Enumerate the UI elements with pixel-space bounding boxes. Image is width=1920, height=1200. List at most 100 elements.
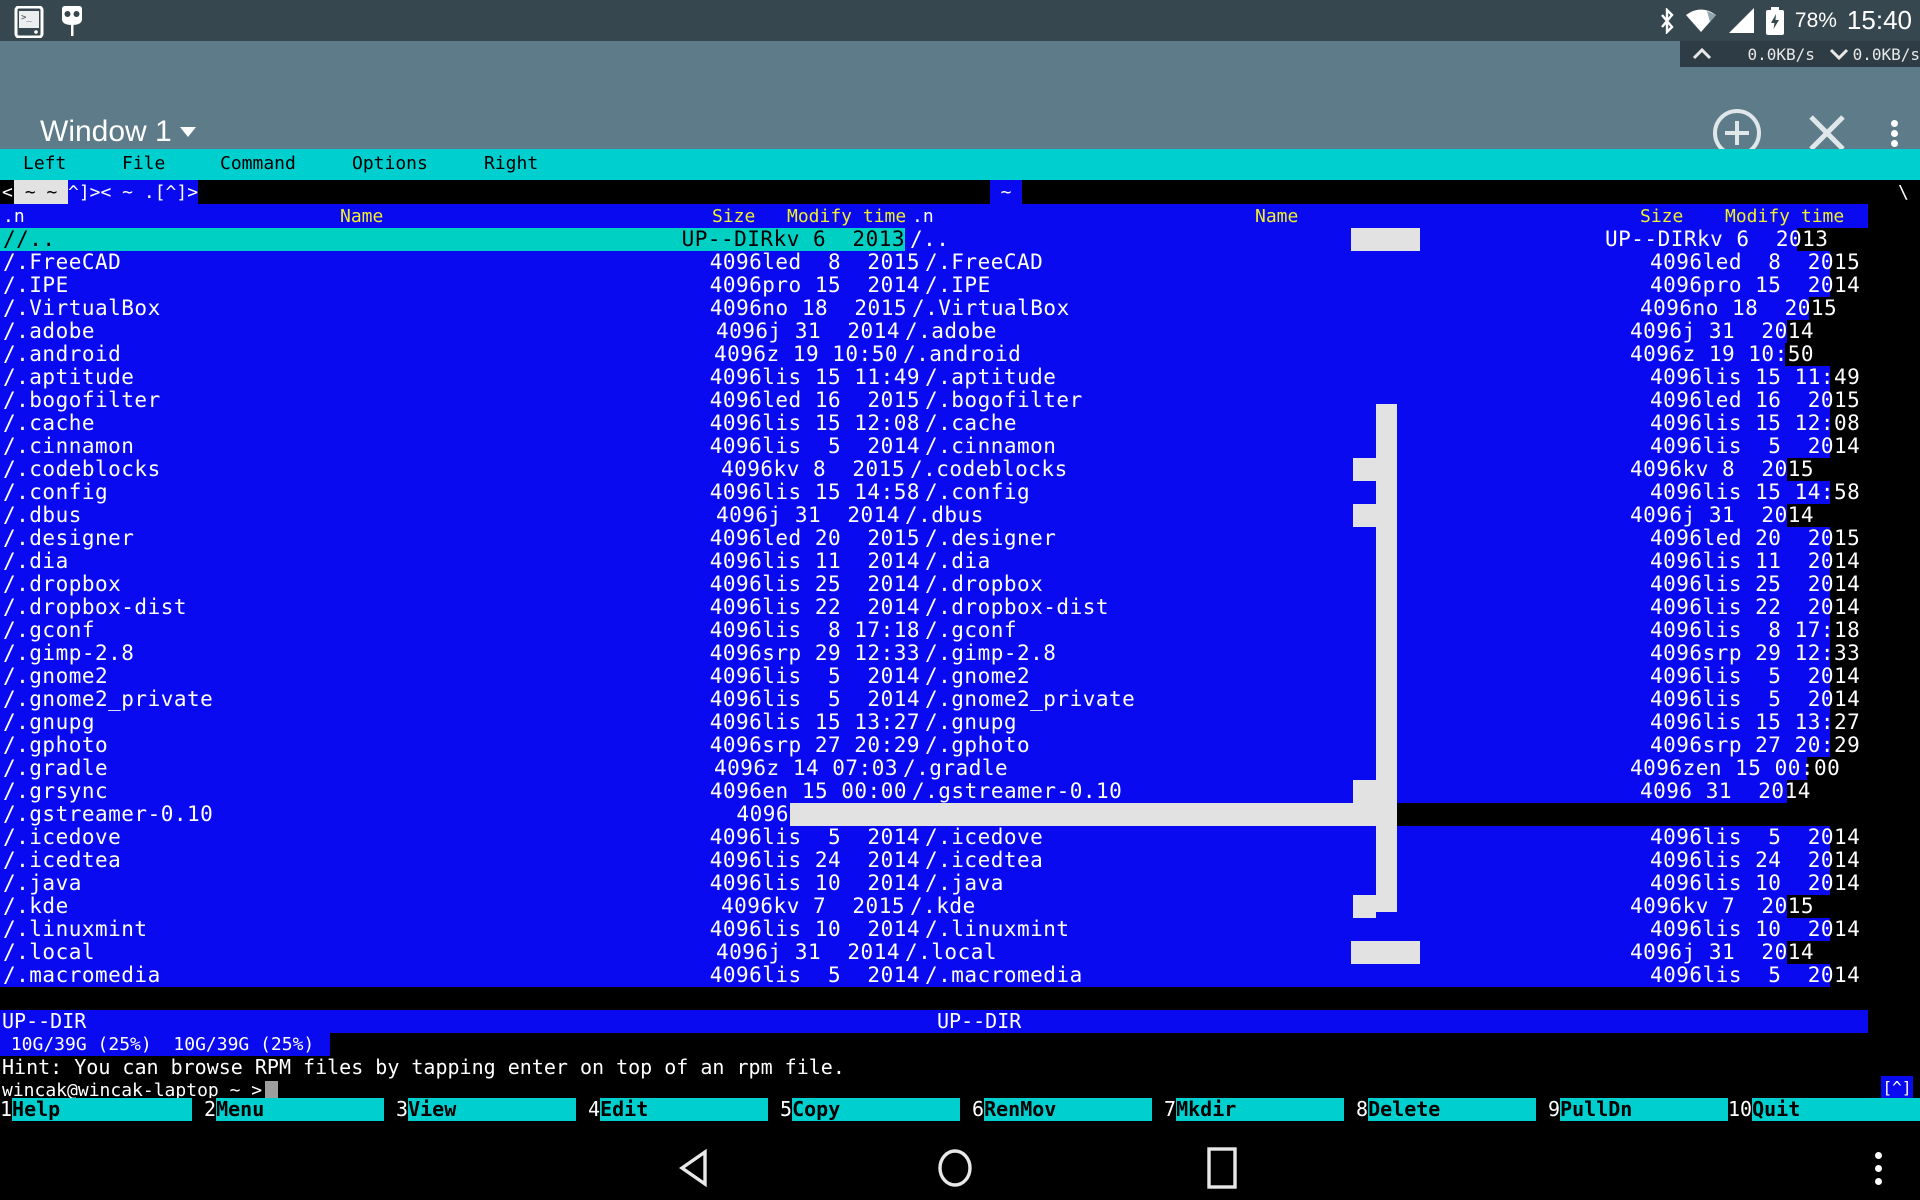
- file-row[interactable]: /.config4096lis 15 14:58/.config4096lis …: [0, 481, 1920, 504]
- file-info-left: 4096en 15 00:00: [0, 780, 907, 803]
- file-info-right: 4096no 18 2015: [1640, 297, 1837, 320]
- window-title: Window 1: [40, 115, 172, 149]
- window-title-bar: Window 1: [0, 41, 1920, 149]
- file-info-right: 4096zen 15 00:00: [1630, 757, 1840, 780]
- right-name-header[interactable]: Name: [1255, 206, 1298, 227]
- fkey-number: 5: [768, 1098, 792, 1121]
- bluetooth-icon: [1659, 8, 1675, 34]
- right-mtime-header[interactable]: Modify time: [1725, 206, 1844, 227]
- file-row[interactable]: /.macromedia4096lis 5 2014/.macromedia40…: [0, 964, 1920, 987]
- left-size-header[interactable]: Size: [712, 206, 755, 227]
- file-info-left: 4096lis 10 2014: [0, 872, 920, 895]
- file-info-right: 4096lis 15 11:49: [1650, 366, 1860, 389]
- file-name-right: /.codeblocks: [910, 458, 1068, 481]
- home-button[interactable]: [933, 1136, 977, 1200]
- inactive-panel-path[interactable]: ~: [990, 180, 1022, 204]
- file-row[interactable]: /.dia4096lis 11 2014/.dia4096lis 11 2014: [0, 550, 1920, 573]
- mc-menu-bar: Left File Command Options Right: [0, 149, 1920, 180]
- left-name-header[interactable]: Name: [340, 206, 383, 227]
- fkey-pulldn[interactable]: 9PullDn: [1536, 1098, 1728, 1121]
- file-row[interactable]: /.gradle4096z 14 07:03/.gradle4096zen 15…: [0, 757, 1920, 780]
- svg-text:>_: >_: [21, 13, 32, 23]
- fkey-renmov[interactable]: 6RenMov: [960, 1098, 1152, 1121]
- file-info-right: 4096lis 22 2014: [1650, 596, 1860, 619]
- active-panel-path[interactable]: ~ ~: [14, 180, 68, 204]
- fkey-copy[interactable]: 5Copy: [768, 1098, 960, 1121]
- file-row[interactable]: /.cinnamon4096lis 5 2014/.cinnamon4096li…: [0, 435, 1920, 458]
- file-row[interactable]: /.gconf4096lis 8 17:18/.gconf4096lis 8 1…: [0, 619, 1920, 642]
- file-info-left: 4096lis 8 17:18: [0, 619, 920, 642]
- nav-overflow-button[interactable]: [1860, 1136, 1896, 1200]
- file-row[interactable]: /.gnome24096lis 5 2014/.gnome24096lis 5 …: [0, 665, 1920, 688]
- file-row[interactable]: /.icedtea4096lis 24 2014/.icedtea4096lis…: [0, 849, 1920, 872]
- file-row[interactable]: /.aptitude4096lis 15 11:49/.aptitude4096…: [0, 366, 1920, 389]
- file-info-left: 4096lis 15 11:49: [0, 366, 920, 389]
- file-row[interactable]: /.cache4096lis 15 12:08/.cache4096lis 15…: [0, 412, 1920, 435]
- file-row[interactable]: /.android4096z 19 10:50/.android4096z 19…: [0, 343, 1920, 366]
- fkey-number: 6: [960, 1098, 984, 1121]
- recents-button[interactable]: [1200, 1136, 1244, 1200]
- fkey-number: 4: [576, 1098, 600, 1121]
- window-selector[interactable]: Window 1: [40, 115, 196, 149]
- file-row[interactable]: /.gnome2_private4096lis 5 2014/.gnome2_p…: [0, 688, 1920, 711]
- menu-item-file[interactable]: File: [122, 153, 165, 174]
- fkey-quit[interactable]: 10Quit: [1728, 1098, 1920, 1121]
- fkey-label: Edit: [600, 1098, 768, 1121]
- file-row[interactable]: /.bogofilter4096led 16 2015/.bogofilter4…: [0, 389, 1920, 412]
- file-row[interactable]: /.linuxmint4096lis 10 2014/.linuxmint409…: [0, 918, 1920, 941]
- file-row[interactable]: /.dropbox-dist4096lis 22 2014/.dropbox-d…: [0, 596, 1920, 619]
- left-sort-indicator[interactable]: .n: [3, 206, 25, 227]
- file-info-left: 4096lis 5 2014: [0, 435, 920, 458]
- fkey-help[interactable]: 1Help: [0, 1098, 192, 1121]
- file-info-right: 4096srp 27 20:29: [1650, 734, 1860, 757]
- file-row[interactable]: /.dropbox4096lis 25 2014/.dropbox4096lis…: [0, 573, 1920, 596]
- file-row[interactable]: //..UP--DIRkv 6 2013/..UP--DIRkv 6 2013: [0, 228, 1920, 251]
- fkey-menu[interactable]: 2Menu: [192, 1098, 384, 1121]
- file-row[interactable]: /.gnupg4096lis 15 13:27/.gnupg4096lis 15…: [0, 711, 1920, 734]
- file-row[interactable]: /.adobe4096j 31 2014/.adobe4096j 31 2014: [0, 320, 1920, 343]
- file-row[interactable]: /.java4096lis 10 2014/.java4096lis 10 20…: [0, 872, 1920, 895]
- fkey-delete[interactable]: 8Delete: [1344, 1098, 1536, 1121]
- file-info-right: 4096lis 8 17:18: [1650, 619, 1860, 642]
- left-mtime-header[interactable]: Modify time: [787, 206, 906, 227]
- right-sort-indicator[interactable]: .n: [912, 206, 934, 227]
- path-lead: <: [2, 180, 13, 204]
- right-size-header[interactable]: Size: [1640, 206, 1683, 227]
- clock: 15:40: [1847, 5, 1912, 36]
- file-row[interactable]: /.VirtualBox4096no 18 2015/.VirtualBox40…: [0, 297, 1920, 320]
- download-chevron-icon: [1829, 48, 1849, 60]
- file-row[interactable]: /.icedove4096lis 5 2014/.icedove4096lis …: [0, 826, 1920, 849]
- file-info-right: UP--DIRkv 6 2013: [1605, 228, 1828, 251]
- file-info-left: 4096pro 15 2014: [0, 274, 920, 297]
- file-info-left: 4096z 14 07:03: [0, 757, 898, 780]
- menu-item-left[interactable]: Left: [23, 153, 66, 174]
- file-row[interactable]: /.IPE4096pro 15 2014/.IPE4096pro 15 2014: [0, 274, 1920, 297]
- selection-highlight: [1351, 228, 1420, 251]
- extra-keys-indicator[interactable]: [^]: [1881, 1076, 1913, 1099]
- file-info-left: 4096lis 5 2014: [0, 665, 920, 688]
- menu-item-command[interactable]: Command: [220, 153, 296, 174]
- fkey-view[interactable]: 3View: [384, 1098, 576, 1121]
- file-row[interactable]: /.kde4096kv 7 2015/.kde4096kv 7 2015: [0, 895, 1920, 918]
- fkey-mkdir[interactable]: 7Mkdir: [1152, 1098, 1344, 1121]
- file-row[interactable]: /.codeblocks4096kv 8 2015/.codeblocks409…: [0, 458, 1920, 481]
- fkey-number: 3: [384, 1098, 408, 1121]
- file-name-right: /.cinnamon: [925, 435, 1056, 458]
- file-row[interactable]: /.designer4096led 20 2015/.designer4096l…: [0, 527, 1920, 550]
- file-info-left: 4096j 31 2014: [0, 320, 900, 343]
- file-row[interactable]: /.grsync4096en 15 00:00/.gstreamer-0.104…: [0, 780, 1920, 803]
- menu-item-right[interactable]: Right: [484, 153, 538, 174]
- overflow-menu-button[interactable]: [1891, 117, 1898, 150]
- file-row[interactable]: /.dbus4096j 31 2014/.dbus4096j 31 2014: [0, 504, 1920, 527]
- file-row[interactable]: /.gimp-2.84096srp 29 12:33/.gimp-2.84096…: [0, 642, 1920, 665]
- path-tabs[interactable]: ^]>< ~ .[^]>: [68, 180, 198, 204]
- back-button[interactable]: [672, 1136, 716, 1200]
- file-row[interactable]: /.FreeCAD4096led 8 2015/.FreeCAD4096led …: [0, 251, 1920, 274]
- file-info-right: 4096lis 15 13:27: [1650, 711, 1860, 734]
- file-info-right: 4096lis 10 2014: [1650, 918, 1860, 941]
- menu-item-options[interactable]: Options: [352, 153, 428, 174]
- fkey-number: 8: [1344, 1098, 1368, 1121]
- fkey-edit[interactable]: 4Edit: [576, 1098, 768, 1121]
- file-row[interactable]: /.gphoto4096srp 27 20:29/.gphoto4096srp …: [0, 734, 1920, 757]
- file-row[interactable]: /.local4096j 31 2014/.local4096j 31 2014: [0, 941, 1920, 964]
